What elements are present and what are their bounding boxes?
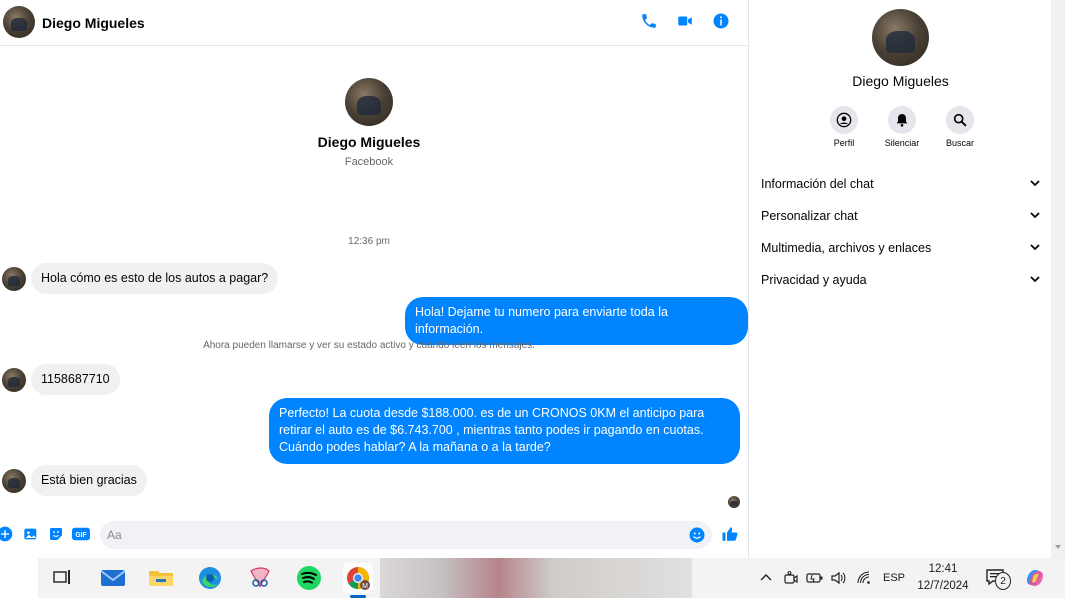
volume-icon[interactable] xyxy=(830,558,848,598)
wifi-icon[interactable] xyxy=(856,558,872,598)
sticker-icon[interactable] xyxy=(47,525,65,543)
plus-icon[interactable] xyxy=(0,525,14,543)
intro-name: Diego Migueles xyxy=(317,134,421,150)
sender-avatar[interactable] xyxy=(2,368,26,392)
section-label: Información del chat xyxy=(761,177,874,191)
taskbar-wallpaper-peek xyxy=(380,558,692,598)
snipping-tool-icon[interactable] xyxy=(245,563,275,593)
profile-icon xyxy=(830,106,858,134)
message-input-wrapper xyxy=(100,521,712,549)
mute-label: Silenciar xyxy=(884,138,920,148)
show-hidden-icons-icon[interactable] xyxy=(759,558,773,598)
gif-icon[interactable]: GIF xyxy=(71,525,91,543)
message-input[interactable] xyxy=(107,525,677,545)
image-icon[interactable] xyxy=(22,525,40,543)
chat-notice: Ahora pueden llamarse y ver su estado ac… xyxy=(203,340,535,351)
section-label: Multimedia, archivos y enlaces xyxy=(761,241,932,255)
file-explorer-icon[interactable] xyxy=(146,563,176,593)
chat-window: Diego Migueles Diego Migueles Facebook 1… xyxy=(0,0,748,558)
sender-avatar[interactable] xyxy=(2,267,26,291)
section-chat-info[interactable]: Información del chat xyxy=(761,168,1041,200)
like-icon[interactable] xyxy=(720,524,740,544)
sender-avatar[interactable] xyxy=(2,469,26,493)
copilot-icon[interactable] xyxy=(1024,558,1046,598)
chat-header: Diego Migueles xyxy=(0,0,748,46)
emoji-icon[interactable] xyxy=(688,526,706,544)
scroll-down-arrow-icon[interactable] xyxy=(1055,545,1061,549)
message-incoming[interactable]: Hola cómo es esto de los autos a pagar? xyxy=(31,263,279,294)
info-icon[interactable] xyxy=(712,12,730,30)
chevron-down-icon xyxy=(1029,209,1041,224)
message-composer: GIF xyxy=(0,516,748,554)
message-incoming[interactable]: Está bien gracias xyxy=(31,465,147,496)
profile-button[interactable]: Perfil xyxy=(826,106,862,148)
search-label: Buscar xyxy=(945,138,974,148)
message-incoming[interactable]: 1158687710 xyxy=(31,364,120,395)
panel-contact-name: Diego Migueles xyxy=(852,73,949,89)
mute-button[interactable]: Silenciar xyxy=(884,106,920,148)
chat-info-panel: Diego Migueles Perfil Silenciar Buscar I… xyxy=(748,0,1051,558)
intro-avatar[interactable] xyxy=(345,78,393,126)
profile-label: Perfil xyxy=(833,138,855,148)
task-view-icon[interactable] xyxy=(47,563,77,593)
edge-icon[interactable] xyxy=(195,563,225,593)
panel-avatar[interactable] xyxy=(872,9,929,66)
section-label: Privacidad y ayuda xyxy=(761,273,867,287)
chrome-icon[interactable]: M xyxy=(343,563,373,593)
chevron-down-icon xyxy=(1029,241,1041,256)
battery-icon[interactable] xyxy=(806,558,824,598)
search-button[interactable]: Buscar xyxy=(942,106,978,148)
clock-date: 12/7/2024 xyxy=(917,580,969,592)
section-media-files-links[interactable]: Multimedia, archivos y enlaces xyxy=(761,232,1041,264)
contact-name[interactable]: Diego Migueles xyxy=(42,15,145,31)
video-icon[interactable] xyxy=(676,12,694,30)
search-icon xyxy=(946,106,974,134)
taskbar-search-area[interactable] xyxy=(0,558,38,598)
contact-avatar[interactable] xyxy=(3,6,35,38)
chevron-down-icon xyxy=(1029,177,1041,192)
spotify-icon[interactable] xyxy=(294,563,324,593)
windows-taskbar: M ESP 12:41 12/7/2024 2 xyxy=(0,558,1065,598)
section-privacy-help[interactable]: Privacidad y ayuda xyxy=(761,264,1041,296)
page-scrollbar[interactable] xyxy=(1051,0,1065,558)
message-timestamp: 12:36 pm xyxy=(348,236,390,247)
message-outgoing[interactable]: Hola! Dejame tu numero para enviarte tod… xyxy=(405,297,748,345)
notification-count-badge: 2 xyxy=(995,572,1011,590)
bell-icon xyxy=(888,106,916,134)
section-customize-chat[interactable]: Personalizar chat xyxy=(761,200,1041,232)
system-clock[interactable]: 12:41 12/7/2024 xyxy=(914,561,972,595)
intro-subtitle: Facebook xyxy=(344,156,394,168)
clock-time: 12:41 xyxy=(928,563,958,575)
message-outgoing[interactable]: Perfecto! La cuota desde $188.000. es de… xyxy=(269,398,740,464)
svg-text:GIF: GIF xyxy=(75,532,87,539)
svg-text:M: M xyxy=(362,583,368,590)
section-label: Personalizar chat xyxy=(761,209,858,223)
phone-icon[interactable] xyxy=(640,12,658,30)
seen-receipt-avatar xyxy=(728,496,740,508)
meet-now-icon[interactable] xyxy=(783,558,799,598)
chevron-down-icon xyxy=(1029,273,1041,288)
conversation-intro: Diego Migueles Facebook xyxy=(0,78,738,168)
language-indicator[interactable]: ESP xyxy=(883,558,905,598)
mail-icon[interactable] xyxy=(98,563,128,593)
